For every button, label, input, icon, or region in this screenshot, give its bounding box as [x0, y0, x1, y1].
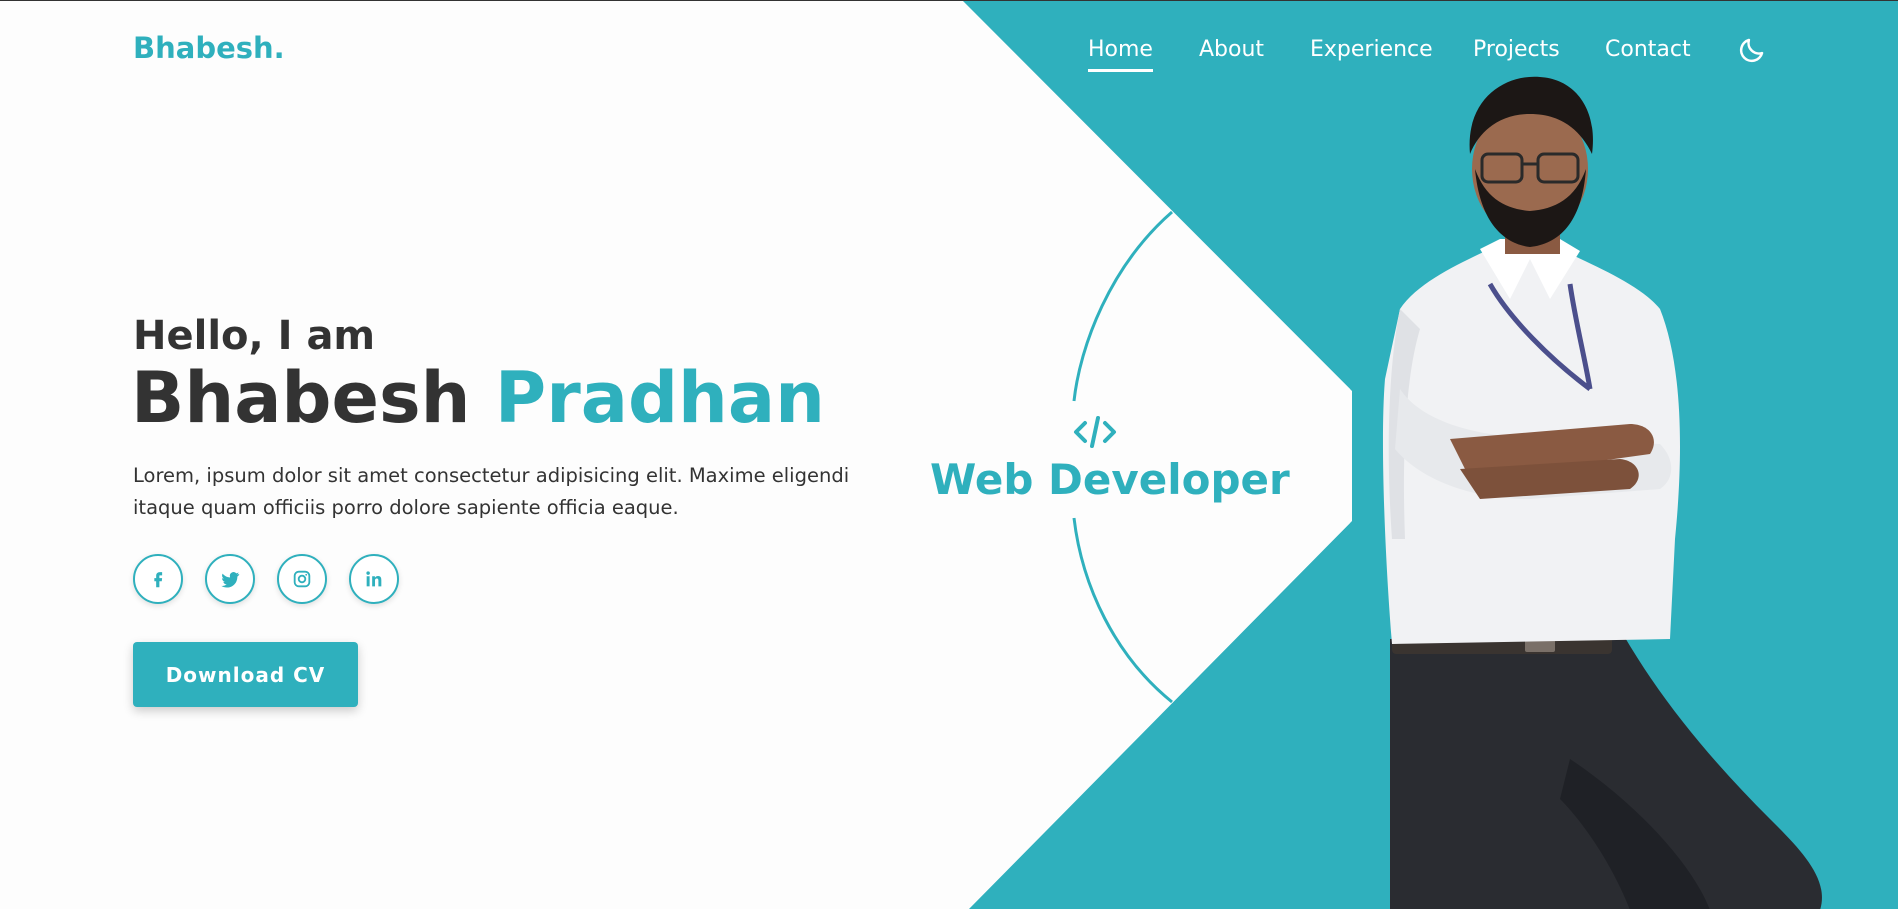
hero-last-name: Pradhan	[494, 357, 825, 439]
hero-name: Bhabesh Pradhan	[131, 357, 825, 439]
nav-item-home[interactable]: Home	[1088, 37, 1153, 72]
page: Bhabesh. Home About Experience Projects …	[0, 0, 1898, 909]
code-icon	[1074, 416, 1116, 448]
role-block: Web Developer	[930, 411, 1290, 504]
linkedin-link[interactable]	[349, 554, 399, 604]
nav-item-about[interactable]: About	[1199, 37, 1264, 62]
hero-greeting: Hello, I am	[133, 313, 376, 359]
role-title: Web Developer	[930, 455, 1290, 504]
facebook-icon	[154, 572, 163, 588]
twitter-icon	[221, 572, 240, 588]
instagram-link[interactable]	[277, 554, 327, 604]
hero-first-name: Bhabesh	[131, 357, 471, 439]
hero-description: Lorem, ipsum dolor sit amet consectetur …	[133, 464, 850, 519]
facebook-link[interactable]	[133, 554, 183, 604]
twitter-link[interactable]	[205, 554, 255, 604]
download-cv-button[interactable]: Download CV	[133, 642, 358, 707]
profile-photo	[1382, 76, 1822, 909]
linkedin-icon	[366, 571, 382, 587]
instagram-icon	[293, 570, 311, 588]
